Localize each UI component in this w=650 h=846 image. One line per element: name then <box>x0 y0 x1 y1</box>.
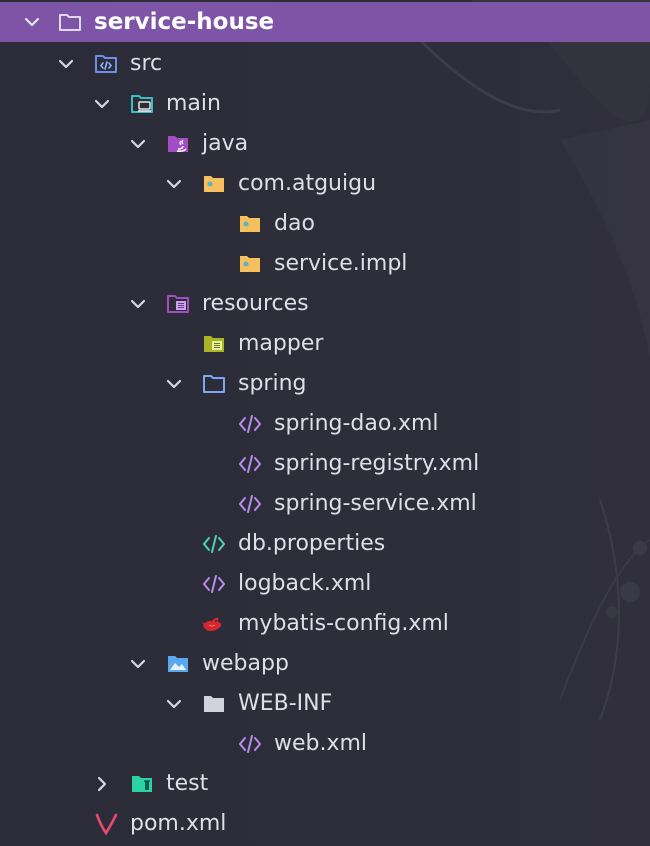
tree-item-logback-xml[interactable]: logback.xml <box>0 564 650 604</box>
tree-item-java[interactable]: java <box>0 124 650 164</box>
tree-item-label: spring-registry.xml <box>274 451 480 476</box>
tree-item-label: test <box>166 771 209 796</box>
tree-item-db-properties[interactable]: db.properties <box>0 524 650 564</box>
tree-item-label: spring-service.xml <box>274 491 477 516</box>
tree-item-test[interactable]: test <box>0 764 650 804</box>
tree-item-label: mybatis-config.xml <box>238 611 449 636</box>
tree-item-service-house[interactable]: service-house <box>0 2 650 42</box>
tree-item-label: main <box>166 91 221 116</box>
tree-item-label: pom.xml <box>130 811 227 836</box>
maven-icon <box>95 813 118 836</box>
tree-item-label: db.properties <box>238 531 386 556</box>
tree-item-label: java <box>202 131 249 156</box>
tree-item-label: spring-dao.xml <box>274 411 439 436</box>
source-folder-icon <box>95 55 117 73</box>
chevron-down-icon[interactable] <box>128 294 148 314</box>
test-folder-icon <box>132 776 152 792</box>
chevron-down-icon[interactable] <box>164 694 184 714</box>
folder-solid-icon <box>204 696 224 712</box>
folder-outline-icon <box>203 375 225 393</box>
xml-file-icon <box>203 575 225 593</box>
tree-item-resources[interactable]: resources <box>0 284 650 324</box>
project-tree: service-house src main java com.atguigu … <box>0 0 650 846</box>
chevron-down-icon[interactable] <box>92 94 112 114</box>
tree-item-label: spring <box>238 371 307 396</box>
tree-item-web-xml[interactable]: web.xml <box>0 724 650 764</box>
tree-item-mapper[interactable]: mapper <box>0 324 650 364</box>
xml-file-icon <box>239 415 261 433</box>
package-folder-icon <box>240 216 260 232</box>
chevron-down-icon[interactable] <box>164 174 184 194</box>
tree-item-label: service.impl <box>274 251 408 276</box>
chevron-down-icon[interactable] <box>128 134 148 154</box>
tree-item-spring[interactable]: spring <box>0 364 650 404</box>
tree-item-spring-dao-xml[interactable]: spring-dao.xml <box>0 404 650 444</box>
properties-file-icon <box>203 535 225 553</box>
tree-item-webapp[interactable]: webapp <box>0 644 650 684</box>
xml-file-icon <box>239 455 261 473</box>
tree-item-pom-xml[interactable]: pom.xml <box>0 804 650 844</box>
tree-item-src[interactable]: src <box>0 44 650 84</box>
tree-item-dao[interactable]: dao <box>0 204 650 244</box>
main-folder-icon <box>131 95 153 113</box>
mybatis-bird-icon <box>202 617 222 631</box>
folder-outline-icon <box>59 14 81 31</box>
tree-item-label: mapper <box>238 331 324 356</box>
webapp-folder-icon <box>168 656 188 672</box>
chevron-down-icon[interactable] <box>128 654 148 674</box>
tree-item-label: src <box>130 51 163 76</box>
tree-item-label: logback.xml <box>238 571 372 596</box>
tree-item-mybatis-config-xml[interactable]: mybatis-config.xml <box>0 604 650 644</box>
tree-item-com-atguigu[interactable]: com.atguigu <box>0 164 650 204</box>
xml-file-icon <box>239 735 261 753</box>
chevron-right-icon[interactable] <box>92 774 112 794</box>
resources-folder-icon <box>167 295 189 313</box>
tree-item-label: resources <box>202 291 309 316</box>
chevron-down-icon[interactable] <box>56 54 76 74</box>
xml-file-icon <box>239 495 261 513</box>
chevron-down-icon[interactable] <box>22 12 42 32</box>
tree-item-spring-registry-xml[interactable]: spring-registry.xml <box>0 444 650 484</box>
tree-item-label: web.xml <box>274 731 368 756</box>
tree-item-label: dao <box>274 211 315 236</box>
tree-item-label: service-house <box>94 9 275 35</box>
tree-item-service-impl[interactable]: service.impl <box>0 244 650 284</box>
tree-item-label: com.atguigu <box>238 171 377 196</box>
tree-item-web-inf[interactable]: WEB-INF <box>0 684 650 724</box>
mapper-folder-icon <box>204 336 224 352</box>
chevron-down-icon[interactable] <box>164 374 184 394</box>
tree-item-main[interactable]: main <box>0 84 650 124</box>
tree-item-spring-service-xml[interactable]: spring-service.xml <box>0 484 650 524</box>
package-folder-icon <box>204 176 224 192</box>
package-folder-icon <box>240 256 260 272</box>
tree-item-label: WEB-INF <box>238 691 333 716</box>
java-folder-icon <box>168 136 188 152</box>
tree-item-label: webapp <box>202 651 289 676</box>
